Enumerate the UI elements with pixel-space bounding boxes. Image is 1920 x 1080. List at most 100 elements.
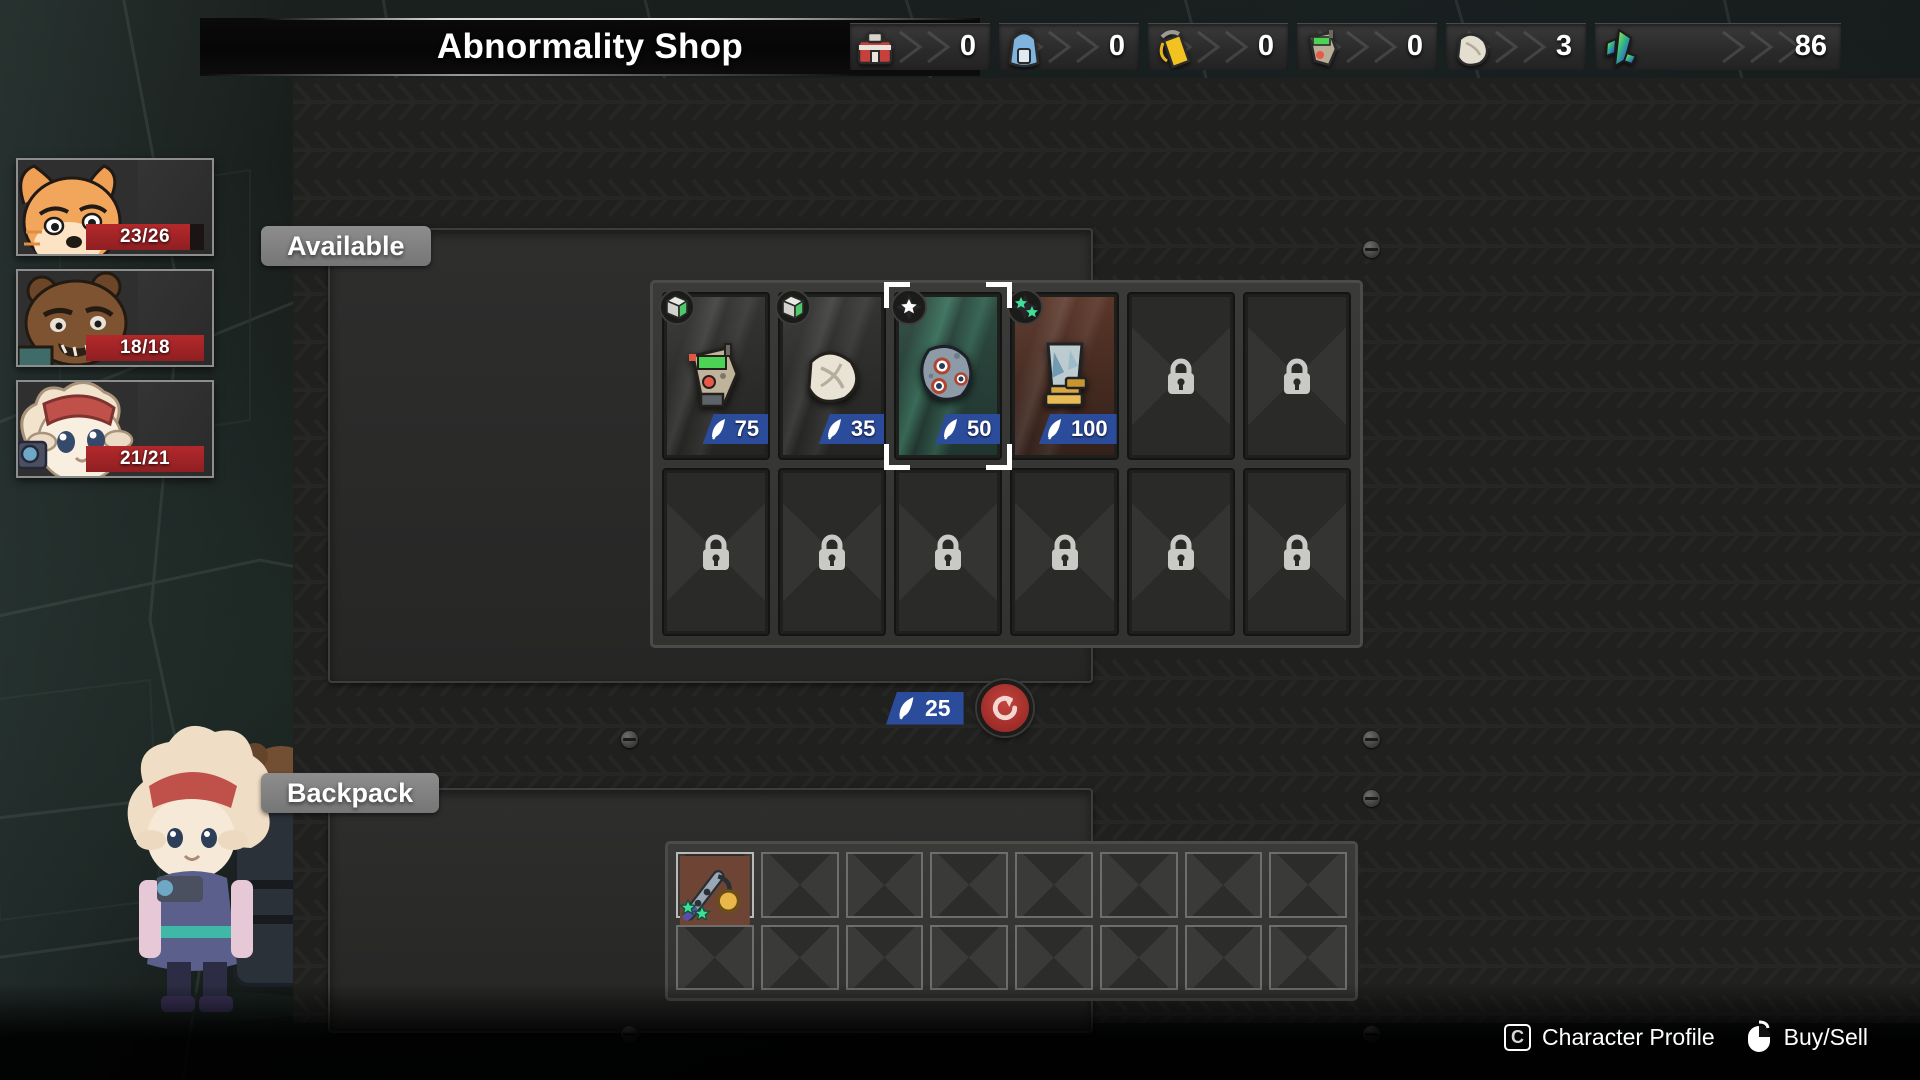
slot-surface: [847, 926, 922, 988]
backpack-grid: [665, 841, 1358, 1001]
radio-icon: [1308, 29, 1338, 67]
party-member-bear[interactable]: 18/18: [16, 269, 214, 367]
gold-bell-icon: [1159, 29, 1191, 69]
reroll-price-tag: 25: [886, 691, 964, 725]
price-value: 100: [1070, 416, 1108, 441]
hp-bar: 21/21: [86, 446, 204, 472]
lock-icon: [703, 534, 730, 570]
resource-bar: 0 0 0 0 3 86: [850, 20, 1841, 72]
hp-text: 18/18: [119, 337, 171, 358]
bone-relic-icon: [807, 351, 859, 403]
screw: [1363, 731, 1380, 748]
available-header: Available: [261, 226, 431, 266]
screw: [1363, 790, 1380, 807]
rarity-rare-icon: [891, 289, 928, 325]
backpack-header: Backpack: [261, 773, 440, 813]
feather-currency-icon: [944, 419, 957, 440]
resource-gold-bell: 0: [1148, 22, 1288, 70]
shop-slot-gold-bars[interactable]: 100: [1007, 289, 1119, 460]
shop-slot-radio-device[interactable]: 75: [659, 289, 771, 460]
shop-slot-watching-eye[interactable]: 50: [884, 282, 1013, 470]
resource-value: 0: [959, 30, 976, 62]
hint-buy-sell[interactable]: Buy/Sell: [1745, 1020, 1868, 1054]
slot-surface: [762, 854, 837, 916]
lock-icon: [1167, 358, 1194, 394]
lock-icon: [1283, 534, 1310, 570]
toolbox-icon: [857, 31, 893, 64]
resource-value: 86: [1794, 30, 1827, 62]
shop-slot-locked[interactable]: [1242, 292, 1351, 460]
backpack-slot-empty[interactable]: [1184, 924, 1263, 990]
prism-icon: [1604, 27, 1638, 68]
reroll-button[interactable]: [976, 680, 1033, 736]
slot-surface: [932, 854, 1006, 916]
mouse-icon: [1747, 1020, 1770, 1052]
hint-character-profile[interactable]: C Character Profile: [1504, 1023, 1715, 1051]
feather-currency-icon: [1047, 419, 1061, 440]
slot-surface: [1271, 926, 1345, 988]
backpack-slot-empty[interactable]: [760, 852, 839, 918]
backpack-slot-empty[interactable]: [1015, 852, 1093, 918]
backpack-slot-empty[interactable]: [930, 924, 1008, 990]
slot-surface: [1101, 854, 1176, 916]
backpack-slot-empty[interactable]: [930, 852, 1008, 918]
backpack-slot-chain-flail-weapon[interactable]: [676, 852, 754, 926]
resource-value: 0: [1406, 30, 1423, 62]
slot-surface: [1017, 854, 1091, 916]
shop-panel: Available 75 35 50 100 25 Backpack: [261, 78, 1920, 1043]
available-header-label: Available: [287, 230, 405, 261]
price-value: 35: [850, 416, 876, 441]
bone-icon: [1456, 32, 1489, 66]
backpack-header-label: Backpack: [287, 777, 414, 808]
backpack-slot-empty[interactable]: [1015, 924, 1093, 990]
backpack-slot-empty[interactable]: [845, 852, 924, 918]
resource-backpack: 0: [999, 22, 1139, 70]
backpack-slot-empty[interactable]: [1099, 924, 1178, 990]
input-hints: C Character Profile Buy/Sell: [1504, 1016, 1868, 1058]
top-bar: Abnormality Shop 0 0 0 0 3 86: [0, 18, 1920, 78]
shop-slot-locked[interactable]: [1242, 468, 1351, 636]
backpack-icon: [1008, 27, 1040, 67]
slot-surface: [1186, 854, 1261, 916]
slot-surface: [1186, 926, 1261, 988]
screw: [621, 731, 638, 748]
hp-bar: 18/18: [86, 335, 204, 361]
shop-slot-locked[interactable]: [778, 468, 887, 636]
item-star-rating: [679, 897, 712, 920]
rarity-epic-icon: [1007, 289, 1044, 325]
rarity-common-icon: [775, 289, 812, 325]
hp-text: 23/26: [119, 226, 171, 247]
shop-slot-locked[interactable]: [1010, 468, 1119, 636]
watching-eye-icon: [920, 344, 973, 401]
shop-slot-bone-relic[interactable]: 35: [775, 289, 887, 460]
shop-slot-locked[interactable]: [1126, 292, 1235, 460]
backpack-slot-empty[interactable]: [1184, 852, 1263, 918]
backpack-slot-empty[interactable]: [1269, 852, 1347, 918]
backpack-slot-empty[interactable]: [676, 924, 754, 990]
key-label: C: [1511, 1026, 1525, 1047]
backpack-slot-empty[interactable]: [1099, 852, 1178, 918]
price-value: 75: [734, 416, 760, 441]
backpack-slot-empty[interactable]: [1269, 924, 1347, 990]
slot-surface: [932, 926, 1006, 988]
party-member-sheep[interactable]: 21/21: [16, 380, 214, 478]
resource-value: 0: [1257, 30, 1274, 62]
party-list: 23/26 18/18 21/21: [16, 158, 214, 491]
slot-surface: [1271, 854, 1345, 916]
shop-slot-locked[interactable]: [662, 468, 771, 636]
party-member-fox[interactable]: 23/26: [16, 158, 214, 256]
backpack-slot-empty[interactable]: [845, 924, 924, 990]
price-tag: 35: [818, 414, 885, 444]
feather-currency-icon: [899, 697, 914, 720]
lock-icon: [1167, 534, 1194, 570]
slot-surface: [847, 854, 922, 916]
lock-icon: [1051, 534, 1078, 570]
gold-bars-icon: [1044, 342, 1087, 407]
lock-icon: [1283, 358, 1310, 394]
resource-prism: 86: [1595, 22, 1841, 70]
feather-currency-icon: [711, 419, 725, 440]
shop-slot-locked[interactable]: [894, 468, 1003, 636]
slot-surface: [762, 926, 837, 988]
backpack-slot-empty[interactable]: [760, 924, 839, 990]
shop-slot-locked[interactable]: [1126, 468, 1235, 636]
